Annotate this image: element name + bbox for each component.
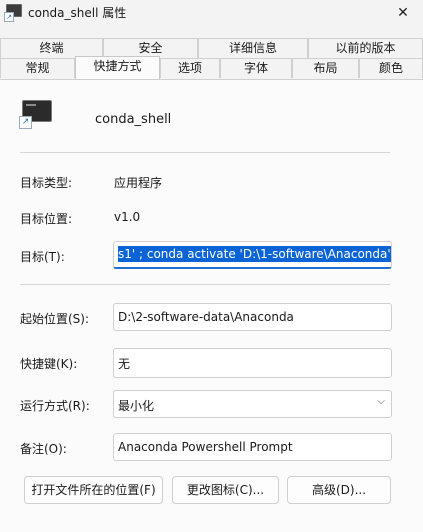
close-icon: ✕ — [397, 5, 409, 21]
tab-font[interactable]: 字体 — [220, 58, 292, 78]
comment-label: 备注(O): — [20, 442, 67, 456]
divider — [20, 284, 390, 285]
start-in-input[interactable]: D:\2-software-data\Anaconda — [113, 303, 392, 331]
target-label: 目标(T): — [20, 250, 65, 264]
target-input[interactable]: s1' ; conda activate 'D:\1-software\Anac… — [113, 241, 392, 269]
target-type-value: 应用程序 — [114, 176, 163, 190]
run-label: 运行方式(R): — [20, 399, 90, 413]
run-select[interactable]: 最小化 ⌵ — [113, 390, 392, 418]
target-type-label: 目标类型: — [20, 176, 73, 190]
tab-details[interactable]: 详细信息 — [198, 38, 308, 58]
tab-security[interactable]: 安全 — [103, 38, 198, 58]
divider — [20, 152, 390, 153]
close-button[interactable]: ✕ — [383, 0, 423, 28]
tab-terminal[interactable]: 终端 — [0, 38, 103, 58]
hotkey-input[interactable]: 无 — [113, 348, 392, 378]
target-location-label: 目标位置: — [20, 212, 73, 226]
shortcut-app-icon: ↗ — [4, 4, 22, 22]
target-location-value: v1.0 — [114, 210, 141, 224]
comment-input[interactable]: Anaconda Powershell Prompt — [113, 433, 392, 461]
advanced-button[interactable]: 高级(D)... — [287, 476, 391, 504]
tab-colors[interactable]: 颜色 — [359, 58, 423, 78]
open-file-location-button[interactable]: 打开文件所在的位置(F) — [24, 476, 163, 504]
target-selected-text: s1' ; conda activate 'D:\1-software\Anac… — [118, 246, 391, 262]
terminal-shortcut-icon: ↗ — [19, 100, 52, 129]
change-icon-button[interactable]: 更改图标(C)... — [172, 476, 279, 504]
tab-general[interactable]: 常规 — [0, 58, 75, 78]
title-bar: ↗ conda_shell 属性 ✕ — [0, 0, 423, 28]
chevron-down-icon: ⌵ — [377, 396, 385, 407]
hotkey-label: 快捷键(K): — [20, 357, 78, 371]
tab-shortcut[interactable]: 快捷方式 — [75, 56, 160, 79]
start-in-label: 起始位置(S): — [20, 312, 90, 326]
shortcut-name: conda_shell — [95, 112, 172, 127]
tab-options[interactable]: 选项 — [160, 58, 220, 78]
tab-row-1: 终端 安全 详细信息 以前的版本 — [0, 38, 423, 58]
window-title: conda_shell 属性 — [28, 6, 127, 20]
tab-row-2: 常规 快捷方式 选项 字体 布局 颜色 — [0, 56, 423, 79]
tab-previous-versions[interactable]: 以前的版本 — [308, 38, 423, 58]
run-selected-value: 最小化 — [118, 399, 155, 413]
tab-layout[interactable]: 布局 — [292, 58, 359, 78]
